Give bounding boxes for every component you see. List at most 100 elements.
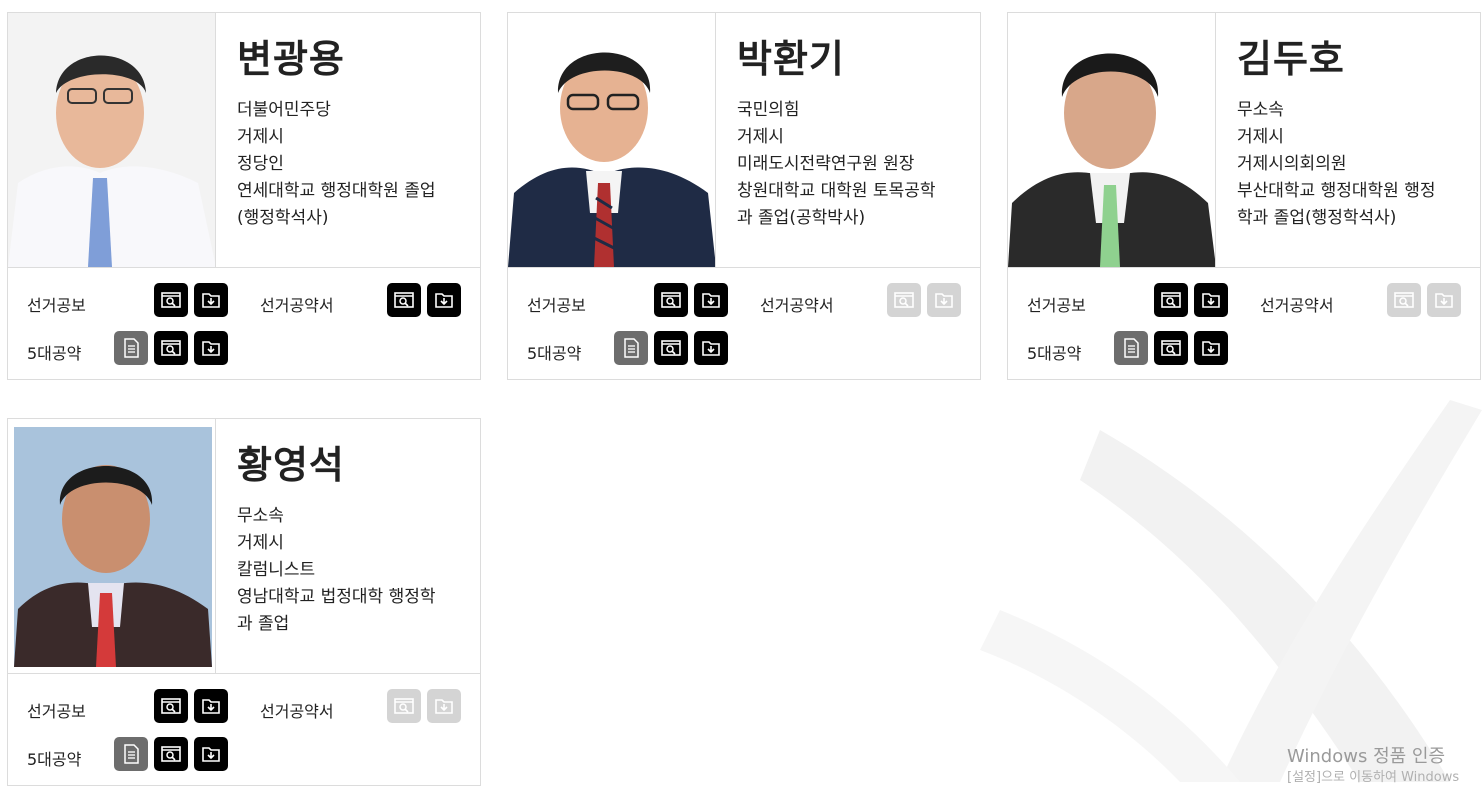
five-pledges-document-button[interactable]	[1114, 331, 1148, 365]
bulletin-view-button[interactable]	[154, 283, 188, 317]
five-pledges-document-button[interactable]	[114, 737, 148, 771]
five-pledges-download-button[interactable]	[194, 737, 228, 771]
bulletin-label: 선거공보	[27, 296, 86, 315]
view-icon	[1161, 292, 1181, 308]
candidate-region: 거제시	[737, 127, 784, 147]
bulletin-download-button[interactable]	[194, 689, 228, 723]
candidate-card: 변광용 더불어민주당 거제시 정당인 연세대학교 행정대학원 졸업 (행정학석사…	[7, 12, 481, 380]
candidate-name: 김두호	[1237, 37, 1345, 81]
windows-activation-subtext: [설정]으로 이동하여 Windows	[1287, 770, 1460, 785]
candidate-occupation: 칼럼니스트	[237, 560, 316, 580]
candidate-name: 황영석	[237, 443, 345, 487]
five-pledges-download-button[interactable]	[194, 331, 228, 365]
bulletin-label: 선거공보	[27, 702, 86, 721]
bulletin-label: 선거공보	[1027, 296, 1086, 315]
five-pledges-view-button[interactable]	[154, 331, 188, 365]
download-icon	[702, 341, 720, 356]
view-icon	[661, 292, 681, 308]
bulletin-view-button[interactable]	[654, 283, 688, 317]
download-icon	[202, 341, 220, 356]
five-pledges-view-button[interactable]	[154, 737, 188, 771]
candidate-education: 창원대학교 대학원 토목공학	[737, 181, 936, 201]
candidate-region: 거제시	[237, 533, 284, 553]
candidate-occupation: 정당인	[237, 154, 284, 174]
download-icon	[435, 293, 453, 308]
pledge-book-label: 선거공약서	[260, 296, 334, 315]
candidate-card: 황영석 무소속 거제시 칼럼니스트 영남대학교 법정대학 행정학 과 졸업 선거…	[7, 418, 481, 786]
view-icon	[1394, 292, 1414, 308]
bulletin-download-button[interactable]	[694, 283, 728, 317]
pledge-book-view-button	[387, 689, 421, 723]
candidate-education-cont: 학과 졸업(행정학석사)	[1237, 208, 1397, 228]
candidate-name: 박환기	[737, 37, 845, 81]
candidate-card: 김두호 무소속 거제시 거제시의회의원 부산대학교 행정대학원 행정 학과 졸업…	[1007, 12, 1481, 380]
view-icon	[394, 698, 414, 714]
document-icon	[124, 338, 139, 358]
download-icon	[1202, 293, 1220, 308]
candidate-photo	[8, 13, 216, 267]
five-pledges-document-button[interactable]	[614, 331, 648, 365]
bulletin-view-button[interactable]	[1154, 283, 1188, 317]
windows-activation-watermark: Windows 정품 인증	[1287, 746, 1446, 767]
five-pledges-label: 5대공약	[527, 344, 582, 363]
view-icon	[661, 340, 681, 356]
view-icon	[161, 292, 181, 308]
candidate-photo	[1008, 13, 1216, 267]
candidate-education-cont: 과 졸업	[237, 614, 290, 634]
candidate-occupation: 미래도시전략연구원 원장	[737, 154, 915, 174]
download-icon	[1202, 341, 1220, 356]
download-icon	[935, 293, 953, 308]
background-decoration	[980, 400, 1482, 782]
five-pledges-document-button[interactable]	[114, 331, 148, 365]
bulletin-view-button[interactable]	[154, 689, 188, 723]
view-icon	[394, 292, 414, 308]
candidate-name: 변광용	[237, 37, 345, 81]
candidate-education-cont: 과 졸업(공학박사)	[737, 208, 866, 228]
five-pledges-label: 5대공약	[27, 750, 82, 769]
candidate-education: 영남대학교 법정대학 행정학	[237, 587, 436, 607]
pledge-book-label: 선거공약서	[1260, 296, 1334, 315]
document-icon	[124, 744, 139, 764]
bulletin-download-button[interactable]	[1194, 283, 1228, 317]
pledge-book-label: 선거공약서	[760, 296, 834, 315]
document-icon	[1124, 338, 1139, 358]
download-icon	[202, 293, 220, 308]
candidate-region: 거제시	[1237, 127, 1284, 147]
download-icon	[1435, 293, 1453, 308]
document-icon	[624, 338, 639, 358]
download-icon	[202, 747, 220, 762]
five-pledges-label: 5대공약	[27, 344, 82, 363]
candidate-party: 더불어민주당	[237, 100, 331, 120]
candidate-party: 국민의힘	[737, 100, 800, 120]
pledge-book-view-button[interactable]	[387, 283, 421, 317]
view-icon	[1161, 340, 1181, 356]
candidate-photo	[8, 419, 216, 673]
five-pledges-download-button[interactable]	[694, 331, 728, 365]
pledge-book-download-button	[1427, 283, 1461, 317]
candidate-party: 무소속	[1237, 100, 1284, 120]
pledge-book-download-button	[427, 689, 461, 723]
five-pledges-download-button[interactable]	[1194, 331, 1228, 365]
bulletin-download-button[interactable]	[194, 283, 228, 317]
download-icon	[702, 293, 720, 308]
candidate-education: 연세대학교 행정대학원 졸업	[237, 181, 436, 201]
view-icon	[161, 340, 181, 356]
view-icon	[161, 746, 181, 762]
pledge-book-download-button	[927, 283, 961, 317]
five-pledges-view-button[interactable]	[1154, 331, 1188, 365]
view-icon	[894, 292, 914, 308]
candidate-education-cont: (행정학석사)	[237, 208, 329, 228]
pledge-book-view-button	[1387, 283, 1421, 317]
download-icon	[202, 699, 220, 714]
candidate-education: 부산대학교 행정대학원 행정	[1237, 181, 1436, 201]
five-pledges-label: 5대공약	[1027, 344, 1082, 363]
pledge-book-download-button[interactable]	[427, 283, 461, 317]
five-pledges-view-button[interactable]	[654, 331, 688, 365]
candidate-occupation: 거제시의회의원	[1237, 154, 1347, 174]
view-icon	[161, 698, 181, 714]
candidate-party: 무소속	[237, 506, 284, 526]
download-icon	[435, 699, 453, 714]
candidate-photo	[508, 13, 716, 267]
candidate-card: 박환기 국민의힘 거제시 미래도시전략연구원 원장 창원대학교 대학원 토목공학…	[507, 12, 981, 380]
pledge-book-view-button	[887, 283, 921, 317]
